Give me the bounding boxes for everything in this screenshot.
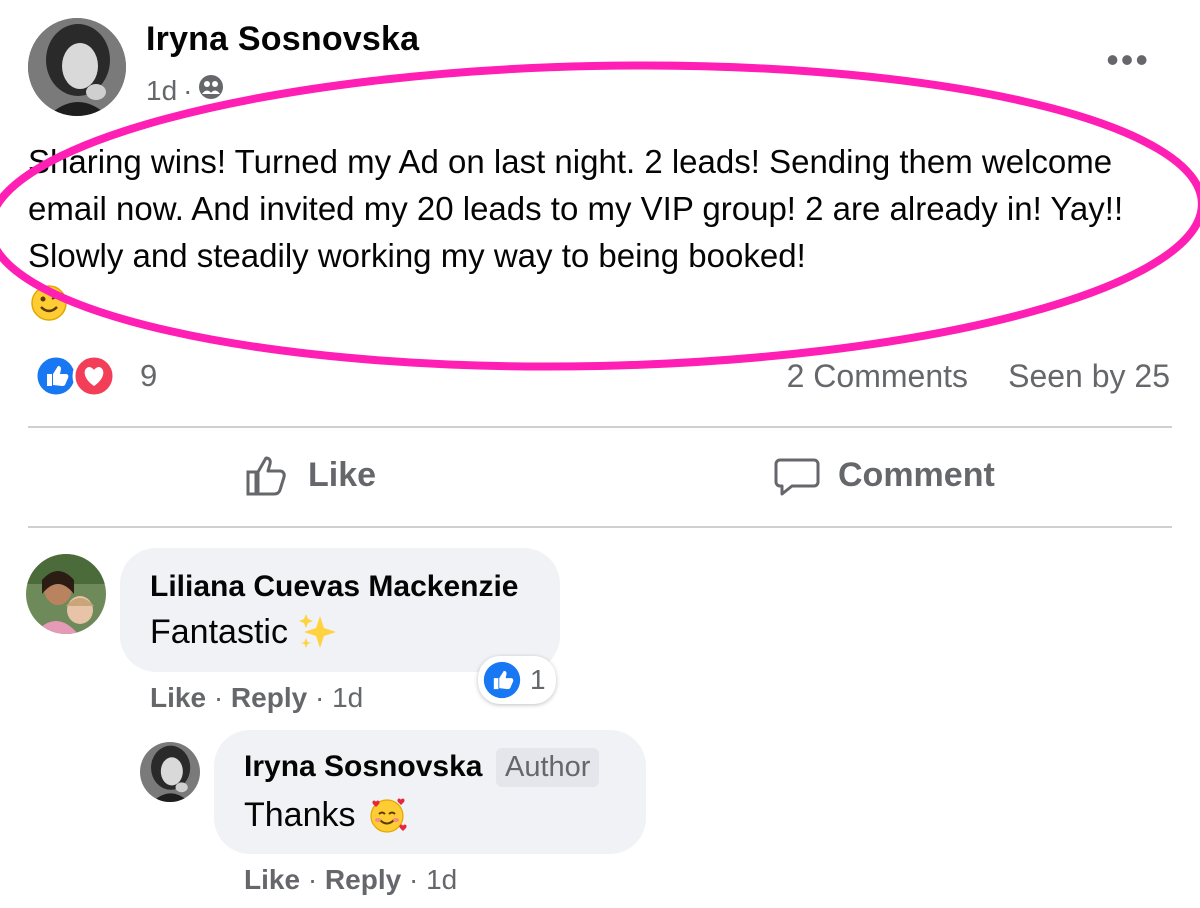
smiling-face-with-hearts-icon bbox=[369, 798, 407, 833]
post-author-name[interactable]: Iryna Sosnovska bbox=[146, 20, 419, 59]
comment-author-name[interactable]: Liliana Cuevas Mackenzie bbox=[150, 570, 519, 604]
meta-separator: · bbox=[183, 74, 193, 106]
comment-text: Fantastic bbox=[150, 612, 338, 652]
comment-bubble bbox=[120, 548, 560, 672]
reply-reply-link[interactable]: Reply bbox=[325, 864, 401, 895]
comments-count-link[interactable]: 2 Comments bbox=[787, 358, 968, 395]
love-reaction-icon bbox=[72, 354, 116, 398]
divider bbox=[28, 426, 1172, 428]
divider bbox=[28, 526, 1172, 528]
comment-button[interactable]: Comment bbox=[774, 452, 995, 498]
post-time[interactable]: 1d bbox=[146, 75, 177, 107]
more-options-icon[interactable]: ••• bbox=[1106, 42, 1150, 78]
comment-actions: Like · Reply · 1d bbox=[150, 682, 364, 713]
comment-button-label: Comment bbox=[838, 455, 995, 494]
comment-like-link[interactable]: Like bbox=[150, 682, 206, 713]
comment-reaction-count: 1 bbox=[530, 664, 546, 695]
comment-time[interactable]: 1d bbox=[332, 682, 363, 713]
commenter-avatar[interactable] bbox=[26, 554, 106, 634]
sparkles-emoji-icon bbox=[298, 614, 336, 648]
reply-like-link[interactable]: Like bbox=[244, 864, 300, 895]
comment-bubble-icon bbox=[774, 458, 820, 496]
like-button[interactable]: Like bbox=[244, 452, 376, 498]
like-reaction-icon bbox=[483, 661, 521, 699]
post-meta: 1d · bbox=[146, 74, 224, 107]
seen-by-link[interactable]: Seen by 25 bbox=[1008, 358, 1170, 395]
group-privacy-icon bbox=[198, 74, 224, 107]
post-text: Sharing wins! Turned my Ad on last night… bbox=[28, 143, 1124, 274]
reply-text-content: Thanks bbox=[244, 795, 356, 834]
comment-reply-link[interactable]: Reply bbox=[231, 682, 307, 713]
comment-reaction-badge[interactable]: 1 bbox=[478, 656, 556, 704]
like-button-label: Like bbox=[308, 455, 377, 494]
reply-author-name[interactable]: Iryna Sosnovska bbox=[244, 750, 482, 784]
reply-text: Thanks bbox=[244, 794, 408, 836]
reply-author-avatar[interactable] bbox=[140, 742, 200, 802]
facebook-post: Iryna Sosnovska 1d · ••• Sharing wins! T… bbox=[0, 0, 1200, 908]
thumbs-up-icon bbox=[246, 456, 286, 496]
author-avatar[interactable] bbox=[28, 18, 126, 116]
reaction-count[interactable]: 9 bbox=[140, 358, 157, 394]
reply-time[interactable]: 1d bbox=[426, 864, 457, 895]
reply-actions: Like · Reply · 1d bbox=[244, 864, 458, 895]
reaction-icons[interactable] bbox=[34, 354, 116, 398]
wink-smile-emoji-icon bbox=[30, 284, 68, 327]
comment-text-content: Fantastic bbox=[150, 612, 288, 651]
author-badge: Author bbox=[496, 748, 600, 787]
